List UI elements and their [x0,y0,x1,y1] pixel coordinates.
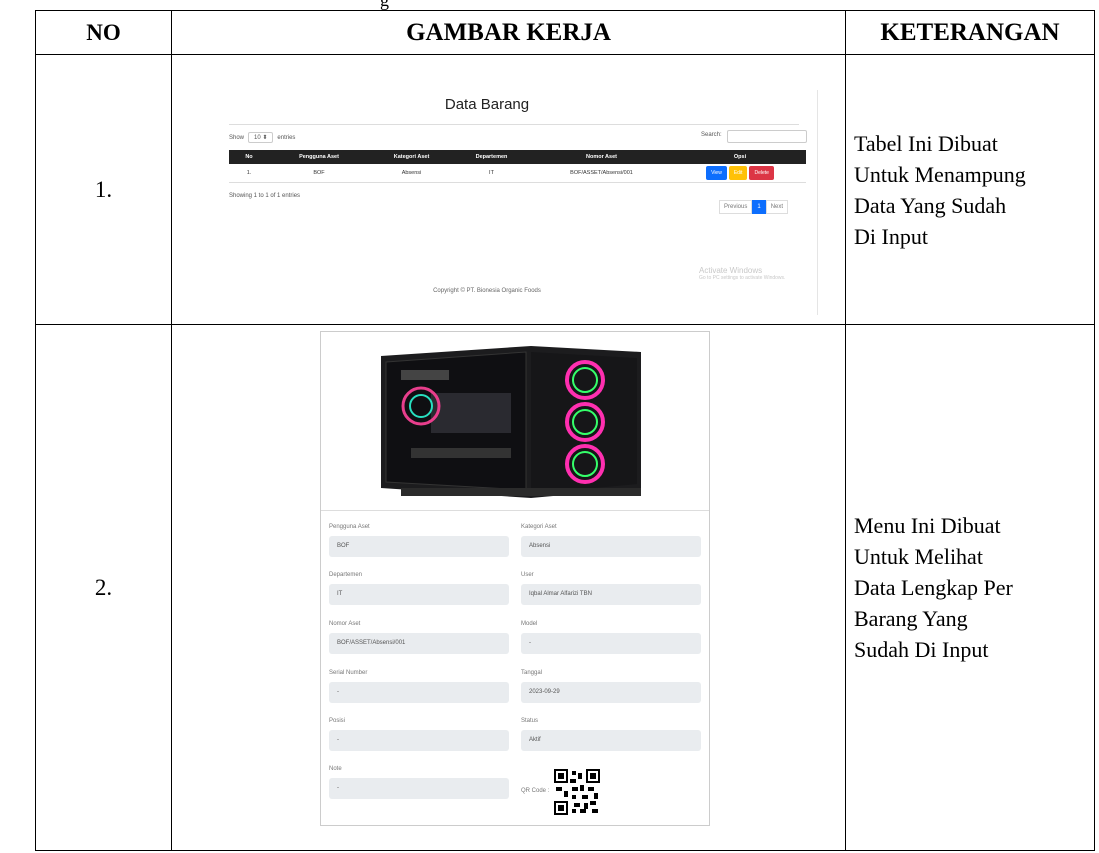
header-no: NO [35,10,172,55]
keterangan-cell: Tabel Ini Dibuat Untuk Menampung Data Ya… [845,54,1095,325]
table-header: No Pengguna Aset Kategori Aset Departeme… [229,150,806,164]
departemen-field[interactable]: IT [329,584,509,605]
qr-code-label: QR Code : [521,788,550,794]
posisi-label: Posisi [329,718,346,724]
model-label: Model [521,621,538,627]
search-input[interactable] [727,130,807,143]
nomor-aset-field[interactable]: BOF/ASSET/Absensi/001 [329,633,509,654]
col-opsi[interactable]: Opsi [674,154,806,160]
keterangan-cell: Menu Ini Dibuat Untuk Melihat Data Lengk… [845,324,1095,851]
page-1-button[interactable]: 1 [752,200,766,214]
col-departemen[interactable]: Departemen [454,154,529,160]
col-pengguna-aset[interactable]: Pengguna Aset [269,154,369,160]
windows-watermark-subtitle: Go to PC settings to activate Windows. [699,275,786,281]
row-number: 1. [35,54,172,325]
tanggal-label: Tanggal [521,670,543,676]
tanggal-field[interactable]: 2023-09-29 [521,682,701,703]
view-button[interactable]: View [706,166,727,180]
kategori-aset-label: Kategori Aset [521,524,557,530]
entries-select[interactable]: 10 ⬍ [248,132,274,143]
search-label: Search: [701,132,722,138]
asset-detail-screenshot: Pengguna Aset BOF Kategori Aset Absensi … [320,331,710,826]
pagination: Previous 1 Next [719,200,789,214]
previous-button[interactable]: Previous [719,200,753,214]
serial-number-label: Serial Number [329,670,368,676]
kategori-aset-field[interactable]: Absensi [521,536,701,557]
entries-length-control: Show 10 ⬍ entries [229,132,295,143]
col-nomor-aset[interactable]: Nomor Aset [529,154,674,160]
posisi-field[interactable]: - [329,730,509,751]
work-image-cell: Pengguna Aset BOF Kategori Aset Absensi … [171,324,846,851]
pengguna-aset-label: Pengguna Aset [329,524,370,530]
table-info: Showing 1 to 1 of 1 entries [229,193,301,199]
note-label: Note [329,766,342,772]
table-row: 1. BOF Absensi IT BOF/ASSET/Absensi/001 … [229,164,806,183]
work-table: NO GAMBAR KERJA KETERANGAN 1. Data Baran… [35,10,1095,851]
header-keterangan: KETERANGAN [845,10,1095,55]
pc-case-image [341,338,684,508]
work-image-cell: Data Barang Show 10 ⬍ entries Search: No P… [171,54,846,325]
model-field[interactable]: - [521,633,701,654]
nomor-aset-label: Nomor Aset [329,621,361,627]
page-title: Data Barang [444,96,530,113]
user-field[interactable]: Iqbal Almar Alfarizi TBN [521,584,701,605]
row-actions: View Edit Delete [674,166,806,180]
qr-code-icon [554,769,600,815]
data-barang-screenshot: Data Barang Show 10 ⬍ entries Search: No P… [177,60,840,320]
row-number: 2. [35,324,172,851]
departemen-label: Departemen [329,572,363,578]
note-field[interactable]: - [329,778,509,799]
header-gambar-kerja: GAMBAR KERJA [171,10,846,55]
user-label: User [521,572,534,578]
serial-number-field[interactable]: - [329,682,509,703]
footer-copyright: Copyright © PT. Bionesia Organic Foods [433,288,541,294]
windows-watermark-title: Activate Windows [699,266,763,275]
col-no[interactable]: No [229,154,269,160]
col-kategori-aset[interactable]: Kategori Aset [369,154,454,160]
status-label: Status [521,718,539,724]
edit-button[interactable]: Edit [728,166,748,180]
delete-button[interactable]: Delete [749,166,774,180]
pengguna-aset-field[interactable]: BOF [329,536,509,557]
next-button[interactable]: Next [765,200,789,214]
status-field[interactable]: Aktif [521,730,701,751]
